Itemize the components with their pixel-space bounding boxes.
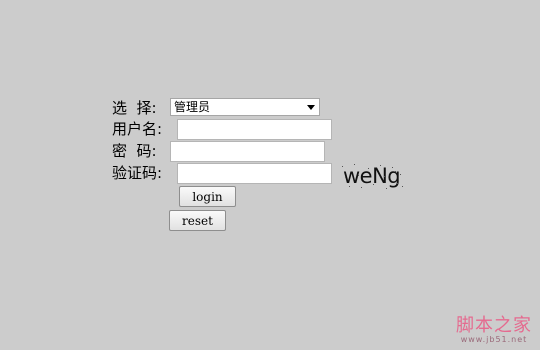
chevron-down-icon[interactable] [307,105,315,110]
captcha-label: 验证码: [112,164,163,182]
username-label: 用户名: [112,120,163,138]
site-watermark: 脚本之家 www.jb51.net [456,311,532,344]
username-field[interactable] [177,119,332,140]
captcha-field[interactable] [177,163,332,184]
captcha-image[interactable]: weNg [340,162,404,190]
login-button[interactable]: login [179,186,236,207]
password-label: 密 码: [112,142,157,160]
watermark-url: www.jb51.net [460,335,528,344]
password-field[interactable] [170,141,325,162]
role-label: 选 择: [112,99,157,117]
watermark-title: 脚本之家 [456,315,532,336]
reset-button[interactable]: reset [169,210,226,231]
role-select-value: 管理员 [174,100,211,114]
role-select[interactable]: 管理员 [170,98,320,116]
